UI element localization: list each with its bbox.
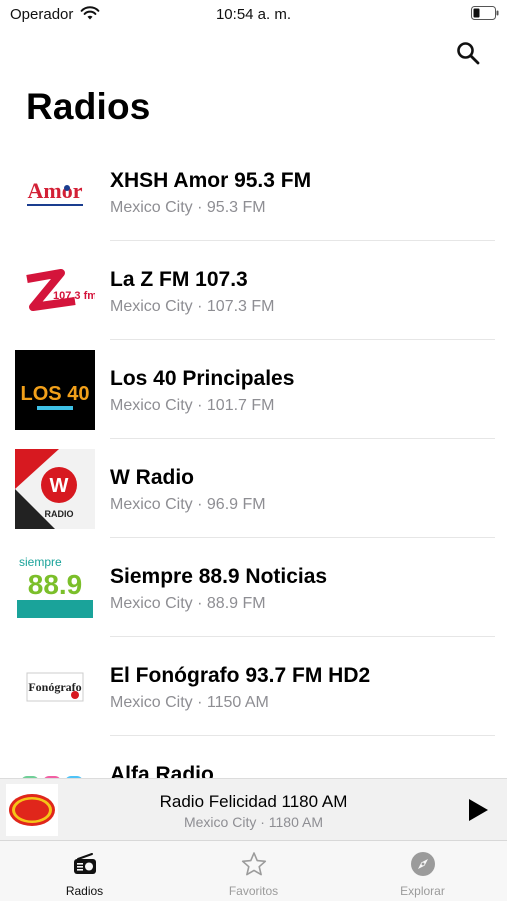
status-bar: Operador 10:54 a. m.: [0, 0, 507, 28]
station-row[interactable]: LOS 40 Los 40 Principales Mexico City · …: [0, 340, 507, 439]
tab-favoritos[interactable]: Favoritos: [169, 841, 338, 901]
station-logo: Fonógrafo: [15, 647, 95, 727]
station-logo: LOS 40: [15, 350, 95, 430]
station-row[interactable]: 107.3 fm La Z FM 107.3 Mexico City · 107…: [0, 241, 507, 340]
play-icon[interactable]: [467, 798, 489, 822]
radio-icon: [74, 853, 96, 874]
tab-label: Radios: [65, 884, 104, 898]
star-icon: [241, 852, 267, 876]
station-subtitle: Mexico City · 107.3 FM: [110, 298, 275, 315]
station-row[interactable]: Amor XHSH Amor 95.3 FM Mexico City · 95.…: [0, 142, 507, 241]
station-logo: siempre 88.9: [15, 548, 95, 628]
battery-icon: [471, 6, 499, 20]
station-logo: W RADIO: [15, 449, 95, 529]
station-subtitle: Mexico City · 101.7 FM: [110, 397, 275, 414]
svg-text:Amor: Amor: [28, 178, 83, 203]
page-title: Radios: [26, 86, 151, 127]
tab-label: Explorar: [400, 884, 445, 898]
station-row[interactable]: Fonógrafo El Fonógrafo 93.7 FM HD2 Mexic…: [0, 637, 507, 736]
station-subtitle: Mexico City · 96.9 FM: [110, 496, 266, 513]
tab-bar: Radios Favoritos Explorar: [0, 840, 507, 901]
station-subtitle: Mexico City · 95.3 FM: [110, 199, 266, 216]
tab-radios[interactable]: Radios: [0, 841, 169, 901]
clock: 10:54 a. m.: [215, 6, 292, 23]
tab-explorar[interactable]: Explorar: [338, 841, 507, 901]
station-logo: 107.3 fm: [15, 251, 95, 331]
svg-text:RADIO: RADIO: [45, 509, 74, 519]
station-row[interactable]: siempre 88.9 Siempre 88.9 Noticias Mexic…: [0, 538, 507, 637]
tab-label: Favoritos: [228, 884, 279, 898]
svg-text:siempre: siempre: [19, 555, 62, 569]
svg-text:107.3 fm: 107.3 fm: [53, 290, 95, 302]
now-playing-title: Radio Felicidad 1180 AM: [159, 792, 348, 811]
station-subtitle: Mexico City · 1150 AM: [110, 694, 269, 711]
now-playing-bar[interactable]: Radio Felicidad 1180 AM Mexico City · 11…: [0, 778, 507, 841]
search-icon[interactable]: [455, 40, 481, 66]
station-name: Alfa Radio: [110, 763, 214, 778]
station-row[interactable]: W RADIO W Radio Mexico City · 96.9 FM: [0, 439, 507, 538]
compass-icon: [411, 852, 435, 876]
station-name: XHSH Amor 95.3 FM: [110, 169, 312, 192]
now-playing-subtitle: Mexico City · 1180 AM: [183, 814, 323, 830]
station-name: La Z FM 107.3: [110, 268, 248, 291]
station-name: Los 40 Principales: [110, 367, 295, 390]
station-logo: Amor: [15, 152, 95, 232]
station-name: Siempre 88.9 Noticias: [110, 565, 328, 588]
svg-text:W: W: [50, 475, 69, 497]
station-list: Amor XHSH Amor 95.3 FM Mexico City · 95.…: [0, 142, 507, 778]
svg-text:88.9: 88.9: [28, 569, 83, 600]
station-name: El Fonógrafo 93.7 FM HD2: [110, 664, 371, 687]
station-name: W Radio: [110, 466, 194, 489]
svg-text:LOS 40: LOS 40: [21, 383, 90, 405]
station-logo: [15, 746, 95, 778]
station-row[interactable]: Alfa Radio: [0, 736, 507, 778]
station-subtitle: Mexico City · 88.9 FM: [110, 595, 266, 612]
